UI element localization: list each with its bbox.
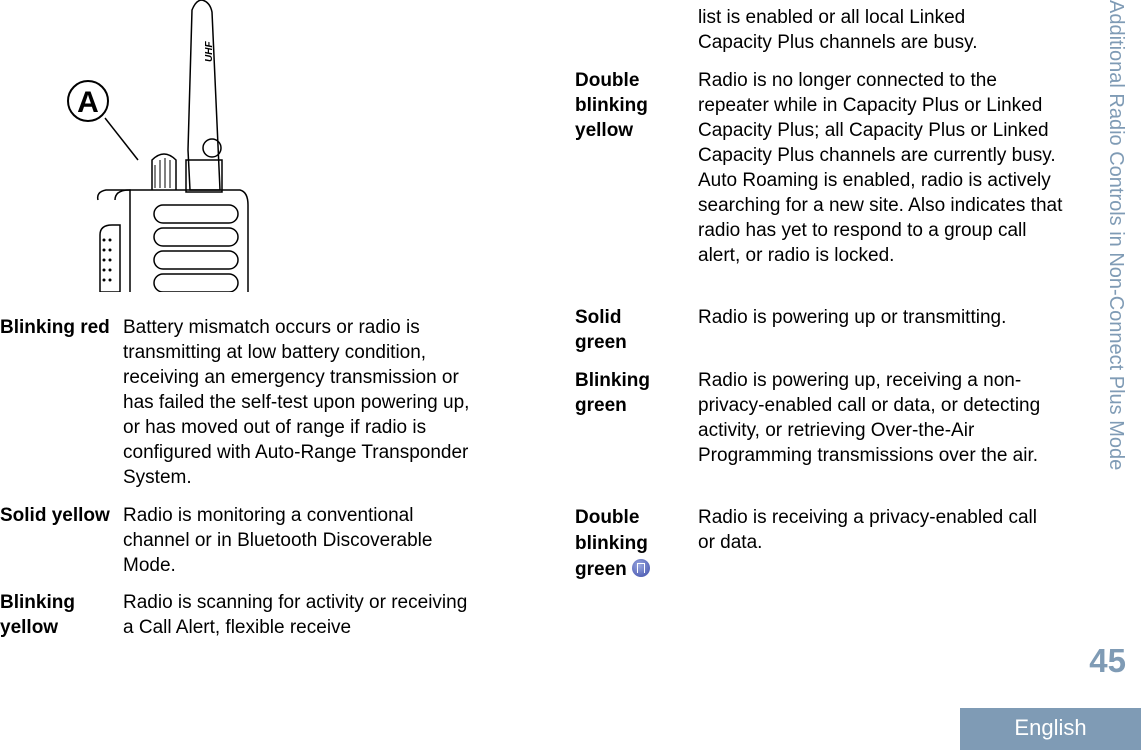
led-term-solid-yellow: Solid yellow xyxy=(0,505,110,526)
led-term-blinking-yellow: Blinking yellow xyxy=(0,592,75,638)
continued-text: list is enabled or all local Linked Capa… xyxy=(698,7,978,53)
led-desc-blinking-green: Radio is powering up, receiving a non-pr… xyxy=(698,370,1041,466)
section-side-title: Additional Radio Controls in Non-Connect… xyxy=(1105,0,1127,471)
led-term-double-blinking-yellow: Double blinking yellow xyxy=(575,70,648,141)
led-desc-blinking-yellow: Radio is scanning for activity or receiv… xyxy=(123,592,468,638)
led-desc-double-blinking-yellow: Radio is no longer connected to the repe… xyxy=(698,70,1063,266)
led-term-solid-green: Solid green xyxy=(575,307,627,353)
antenna-label: UHF xyxy=(204,41,215,62)
led-desc-solid-yellow: Radio is monitoring a conventional chann… xyxy=(123,505,433,576)
privacy-icon xyxy=(632,559,651,577)
led-term-blinking-red: Blinking red xyxy=(0,317,110,338)
language-tab: English xyxy=(960,708,1141,750)
led-term-blinking-green: Blinking green xyxy=(575,370,650,416)
led-desc-blinking-red: Battery mismatch occurs or radio is tran… xyxy=(123,317,470,488)
led-desc-solid-green: Radio is powering up or transmitting. xyxy=(698,307,1007,328)
led-term-double-blinking-green: Double blinking green xyxy=(575,505,675,583)
radio-illustration: A UHF xyxy=(67,0,249,292)
page-number: 45 xyxy=(1089,642,1126,679)
callout-label: A xyxy=(77,86,99,119)
led-desc-double-blinking-green: Radio is receiving a privacy-enabled cal… xyxy=(698,507,1038,553)
